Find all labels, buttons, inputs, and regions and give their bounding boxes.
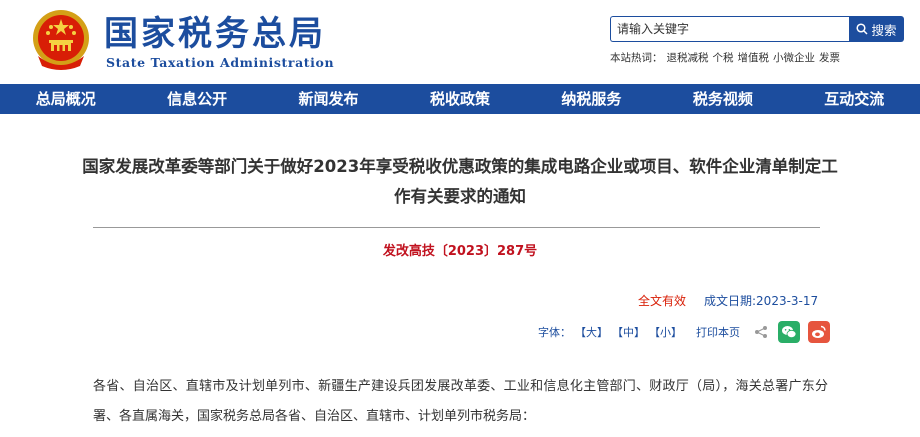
hot-words-label: 本站热词： [610, 52, 663, 64]
date-label: 成文日期: [704, 294, 757, 308]
search-input[interactable] [611, 17, 849, 41]
date-value: 2023-3-17 [756, 294, 819, 308]
font-medium-button[interactable]: 【中】 [612, 324, 645, 340]
hot-word-link[interactable]: 个税 [713, 52, 734, 64]
font-small-button[interactable]: 【小】 [649, 324, 682, 340]
title-divider [93, 227, 820, 228]
search-box [610, 16, 849, 42]
hot-word-link[interactable]: 小微企业 [773, 52, 815, 64]
print-button[interactable]: 打印本页 [696, 324, 740, 340]
hot-word-link[interactable]: 发票 [819, 52, 840, 64]
document-number: 发改高技〔2023〕287号 [382, 244, 538, 259]
site-logo-title[interactable]: 国家税务总局 [104, 14, 326, 54]
national-emblem-icon[interactable] [30, 8, 92, 72]
wechat-icon [782, 326, 797, 339]
nav-item-service[interactable]: 纳税服务 [526, 84, 657, 114]
font-size-label: 字体： [538, 326, 571, 339]
search-icon [856, 23, 869, 35]
search-button[interactable]: 搜索 [849, 16, 904, 42]
article-title: 国家发展改革委等部门关于做好2023年享受税收优惠政策的集成电路企业或项目、软件… [82, 157, 838, 206]
site-header: 国家税务总局 State Taxation Administration 搜索 … [0, 0, 920, 84]
main-nav: 总局概况 信息公开 新闻发布 税收政策 纳税服务 税务视频 互动交流 [0, 84, 920, 114]
nav-item-overview[interactable]: 总局概况 [0, 84, 131, 114]
nav-item-interaction[interactable]: 互动交流 [789, 84, 920, 114]
search-button-label: 搜索 [871, 22, 897, 38]
nav-item-policy[interactable]: 税收政策 [394, 84, 525, 114]
article-tools: 字体： 【大】 【中】 【小】 打印本页 [538, 321, 838, 343]
font-large-button[interactable]: 【大】 [575, 324, 608, 340]
article-body: 各省、自治区、直辖市及计划单列市、新疆生产建设兵团发展改革委、工业和信息化主管部… [93, 379, 828, 424]
hot-word-link[interactable]: 增值税 [738, 52, 770, 64]
validity-status: 全文有效 [638, 294, 687, 308]
nav-item-disclosure[interactable]: 信息公开 [131, 84, 262, 114]
weibo-share-button[interactable] [808, 321, 830, 343]
hot-word-link[interactable]: 退税减税 [667, 52, 709, 64]
wechat-share-button[interactable] [778, 321, 800, 343]
site-logo-subtitle[interactable]: State Taxation Administration [106, 55, 334, 70]
weibo-icon [812, 325, 826, 338]
share-icon[interactable] [754, 325, 768, 339]
nav-item-video[interactable]: 税务视频 [657, 84, 788, 114]
document-date: 成文日期:2023-3-17 [704, 292, 818, 309]
nav-item-news[interactable]: 新闻发布 [263, 84, 394, 114]
hot-words: 本站热词： 退税减税 个税 增值税 小微企业 发票 [610, 50, 844, 65]
